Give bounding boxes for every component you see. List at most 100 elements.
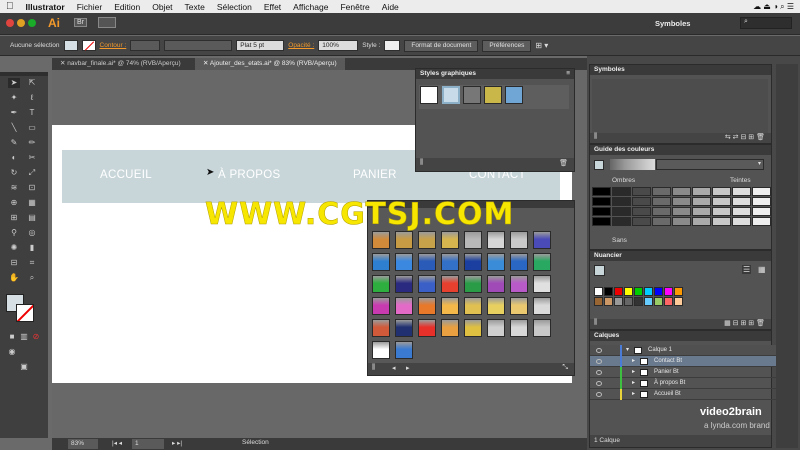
status-mode[interactable]: Sélection: [242, 439, 269, 446]
color-guide-cell[interactable]: [652, 217, 671, 226]
hand-tool-icon[interactable]: ✋: [8, 273, 20, 283]
gradient-swatch[interactable]: [510, 297, 528, 315]
color-guide-cell[interactable]: [592, 217, 611, 226]
minimize-button[interactable]: [17, 19, 25, 27]
gradient-swatch[interactable]: [372, 319, 390, 337]
color-guide-cell[interactable]: [592, 197, 611, 206]
gradient-swatch[interactable]: [418, 231, 436, 249]
gradient-swatch[interactable]: [510, 253, 528, 271]
stroke-color-box[interactable]: [16, 304, 34, 322]
selection-tool-icon[interactable]: ➤: [8, 78, 20, 88]
color-guide-cell[interactable]: [592, 187, 611, 196]
color-guide-cell[interactable]: [592, 207, 611, 216]
gradient-swatch[interactable]: [441, 297, 459, 315]
gradient-swatch[interactable]: [533, 319, 551, 337]
eyedropper-tool-icon[interactable]: ⚲: [8, 228, 20, 238]
color-guide-cell[interactable]: [612, 207, 631, 216]
mesh-tool-icon[interactable]: ⊞: [8, 213, 20, 223]
eraser-tool-icon[interactable]: ✂: [26, 153, 38, 163]
color-guide-header[interactable]: Guide des couleurs: [590, 145, 771, 155]
color-guide-cell[interactable]: [672, 197, 691, 206]
disclosure-triangle-icon[interactable]: ▸: [632, 367, 635, 378]
scale-tool-icon[interactable]: ⤢: [26, 168, 38, 178]
swatch-cell[interactable]: [614, 287, 623, 296]
graphic-style-blue-frame[interactable]: [442, 86, 460, 104]
workspace-switcher[interactable]: Symboles: [655, 19, 690, 28]
library-menu-icon[interactable]: ⫼: [420, 159, 423, 167]
visibility-eye-icon[interactable]: [596, 381, 602, 386]
base-color-swatch[interactable]: [594, 160, 604, 170]
swatch-cell[interactable]: [594, 287, 603, 296]
menu-selection[interactable]: Sélection: [211, 2, 258, 12]
gradient-swatch[interactable]: [464, 231, 482, 249]
variable-width-field[interactable]: [164, 40, 233, 51]
color-guide-cell[interactable]: [672, 187, 691, 196]
swatch-cell[interactable]: [664, 287, 673, 296]
artboard-nav[interactable]: |◂ ◂: [112, 439, 122, 447]
screen-mode-icon[interactable]: ▣: [18, 362, 30, 372]
color-guide-cell[interactable]: [672, 217, 691, 226]
shape-builder-tool-icon[interactable]: ⊕: [8, 198, 20, 208]
menu-texte[interactable]: Texte: [179, 2, 211, 12]
menu-objet[interactable]: Objet: [146, 2, 178, 12]
graphic-style-gray[interactable]: [463, 86, 481, 104]
layer-row-calque-1[interactable]: ▾ Calque 1: [590, 345, 780, 356]
swatch-actions-icons[interactable]: ▦ ⊟ ⊞ ⊞ 🗑: [724, 319, 765, 327]
zoom-tool-icon[interactable]: ⌕: [26, 273, 38, 283]
type-tool-icon[interactable]: T: [26, 108, 38, 118]
harmony-rule-bar[interactable]: [610, 159, 655, 170]
gradient-swatch[interactable]: [487, 297, 505, 315]
gradient-swatch[interactable]: [510, 319, 528, 337]
library-menu-icon[interactable]: ⫼: [594, 133, 597, 141]
close-button[interactable]: [6, 19, 14, 27]
swatch-cell[interactable]: [634, 297, 643, 306]
nav-item-panier[interactable]: PANIER: [353, 169, 397, 181]
color-guide-cell[interactable]: [692, 187, 711, 196]
symbol-sprayer-tool-icon[interactable]: ✺: [8, 243, 20, 253]
swatch-cell[interactable]: [594, 297, 603, 306]
stroke-profile-select[interactable]: Plat 5 pt: [236, 40, 285, 51]
bridge-button[interactable]: Br: [74, 18, 87, 27]
color-guide-cell[interactable]: [752, 207, 771, 216]
document-format-button[interactable]: Format de document: [404, 39, 479, 52]
color-guide-cell[interactable]: [752, 187, 771, 196]
swatch-cell[interactable]: [614, 297, 623, 306]
line-tool-icon[interactable]: ╲: [8, 123, 20, 133]
gradient-swatch[interactable]: [372, 297, 390, 315]
rotate-tool-icon[interactable]: ↻: [8, 168, 20, 178]
color-guide-cell[interactable]: [612, 197, 631, 206]
swatch-cell[interactable]: [674, 297, 683, 306]
swatch-cell[interactable]: [654, 287, 663, 296]
swatches-grid[interactable]: [594, 287, 694, 311]
stroke-weight-field[interactable]: [130, 40, 161, 51]
color-guide-cell[interactable]: [632, 197, 651, 206]
swatch-cell[interactable]: [674, 287, 683, 296]
layer-row-accueil-bt[interactable]: ▸ Accueil Bt: [590, 389, 780, 400]
harmony-rule-dropdown[interactable]: ▾: [656, 159, 764, 170]
color-guide-cell[interactable]: [672, 207, 691, 216]
gradient-swatch[interactable]: [418, 253, 436, 271]
gradient-swatch[interactable]: [464, 253, 482, 271]
apple-icon[interactable]: : [0, 1, 20, 12]
gradient-swatch[interactable]: [464, 319, 482, 337]
close-icon[interactable]: ≡: [566, 69, 574, 79]
gradient-swatch[interactable]: [418, 275, 436, 293]
style-swatch[interactable]: [384, 40, 401, 51]
gradient-swatch[interactable]: [372, 253, 390, 271]
menu-affichage[interactable]: Affichage: [287, 2, 334, 12]
opacity-label[interactable]: Opacité :: [288, 42, 314, 49]
gradient-swatch[interactable]: [464, 275, 482, 293]
artboard-number-field[interactable]: 1: [132, 439, 164, 449]
visibility-eye-icon[interactable]: [596, 392, 602, 397]
fill-swatch[interactable]: [63, 40, 78, 51]
color-guide-cell[interactable]: [652, 207, 671, 216]
stroke-swatch[interactable]: [81, 40, 96, 51]
menu-edition[interactable]: Edition: [108, 2, 146, 12]
visibility-eye-icon[interactable]: [596, 348, 602, 353]
menu-aide[interactable]: Aide: [376, 2, 405, 12]
swatch-cell[interactable]: [604, 297, 613, 306]
rectangle-tool-icon[interactable]: ▭: [26, 123, 38, 133]
layer-row-panier-bt[interactable]: ▸ Panier Bt: [590, 367, 780, 378]
next-library-icon[interactable]: ▸: [406, 364, 410, 372]
color-guide-cell[interactable]: [732, 217, 751, 226]
